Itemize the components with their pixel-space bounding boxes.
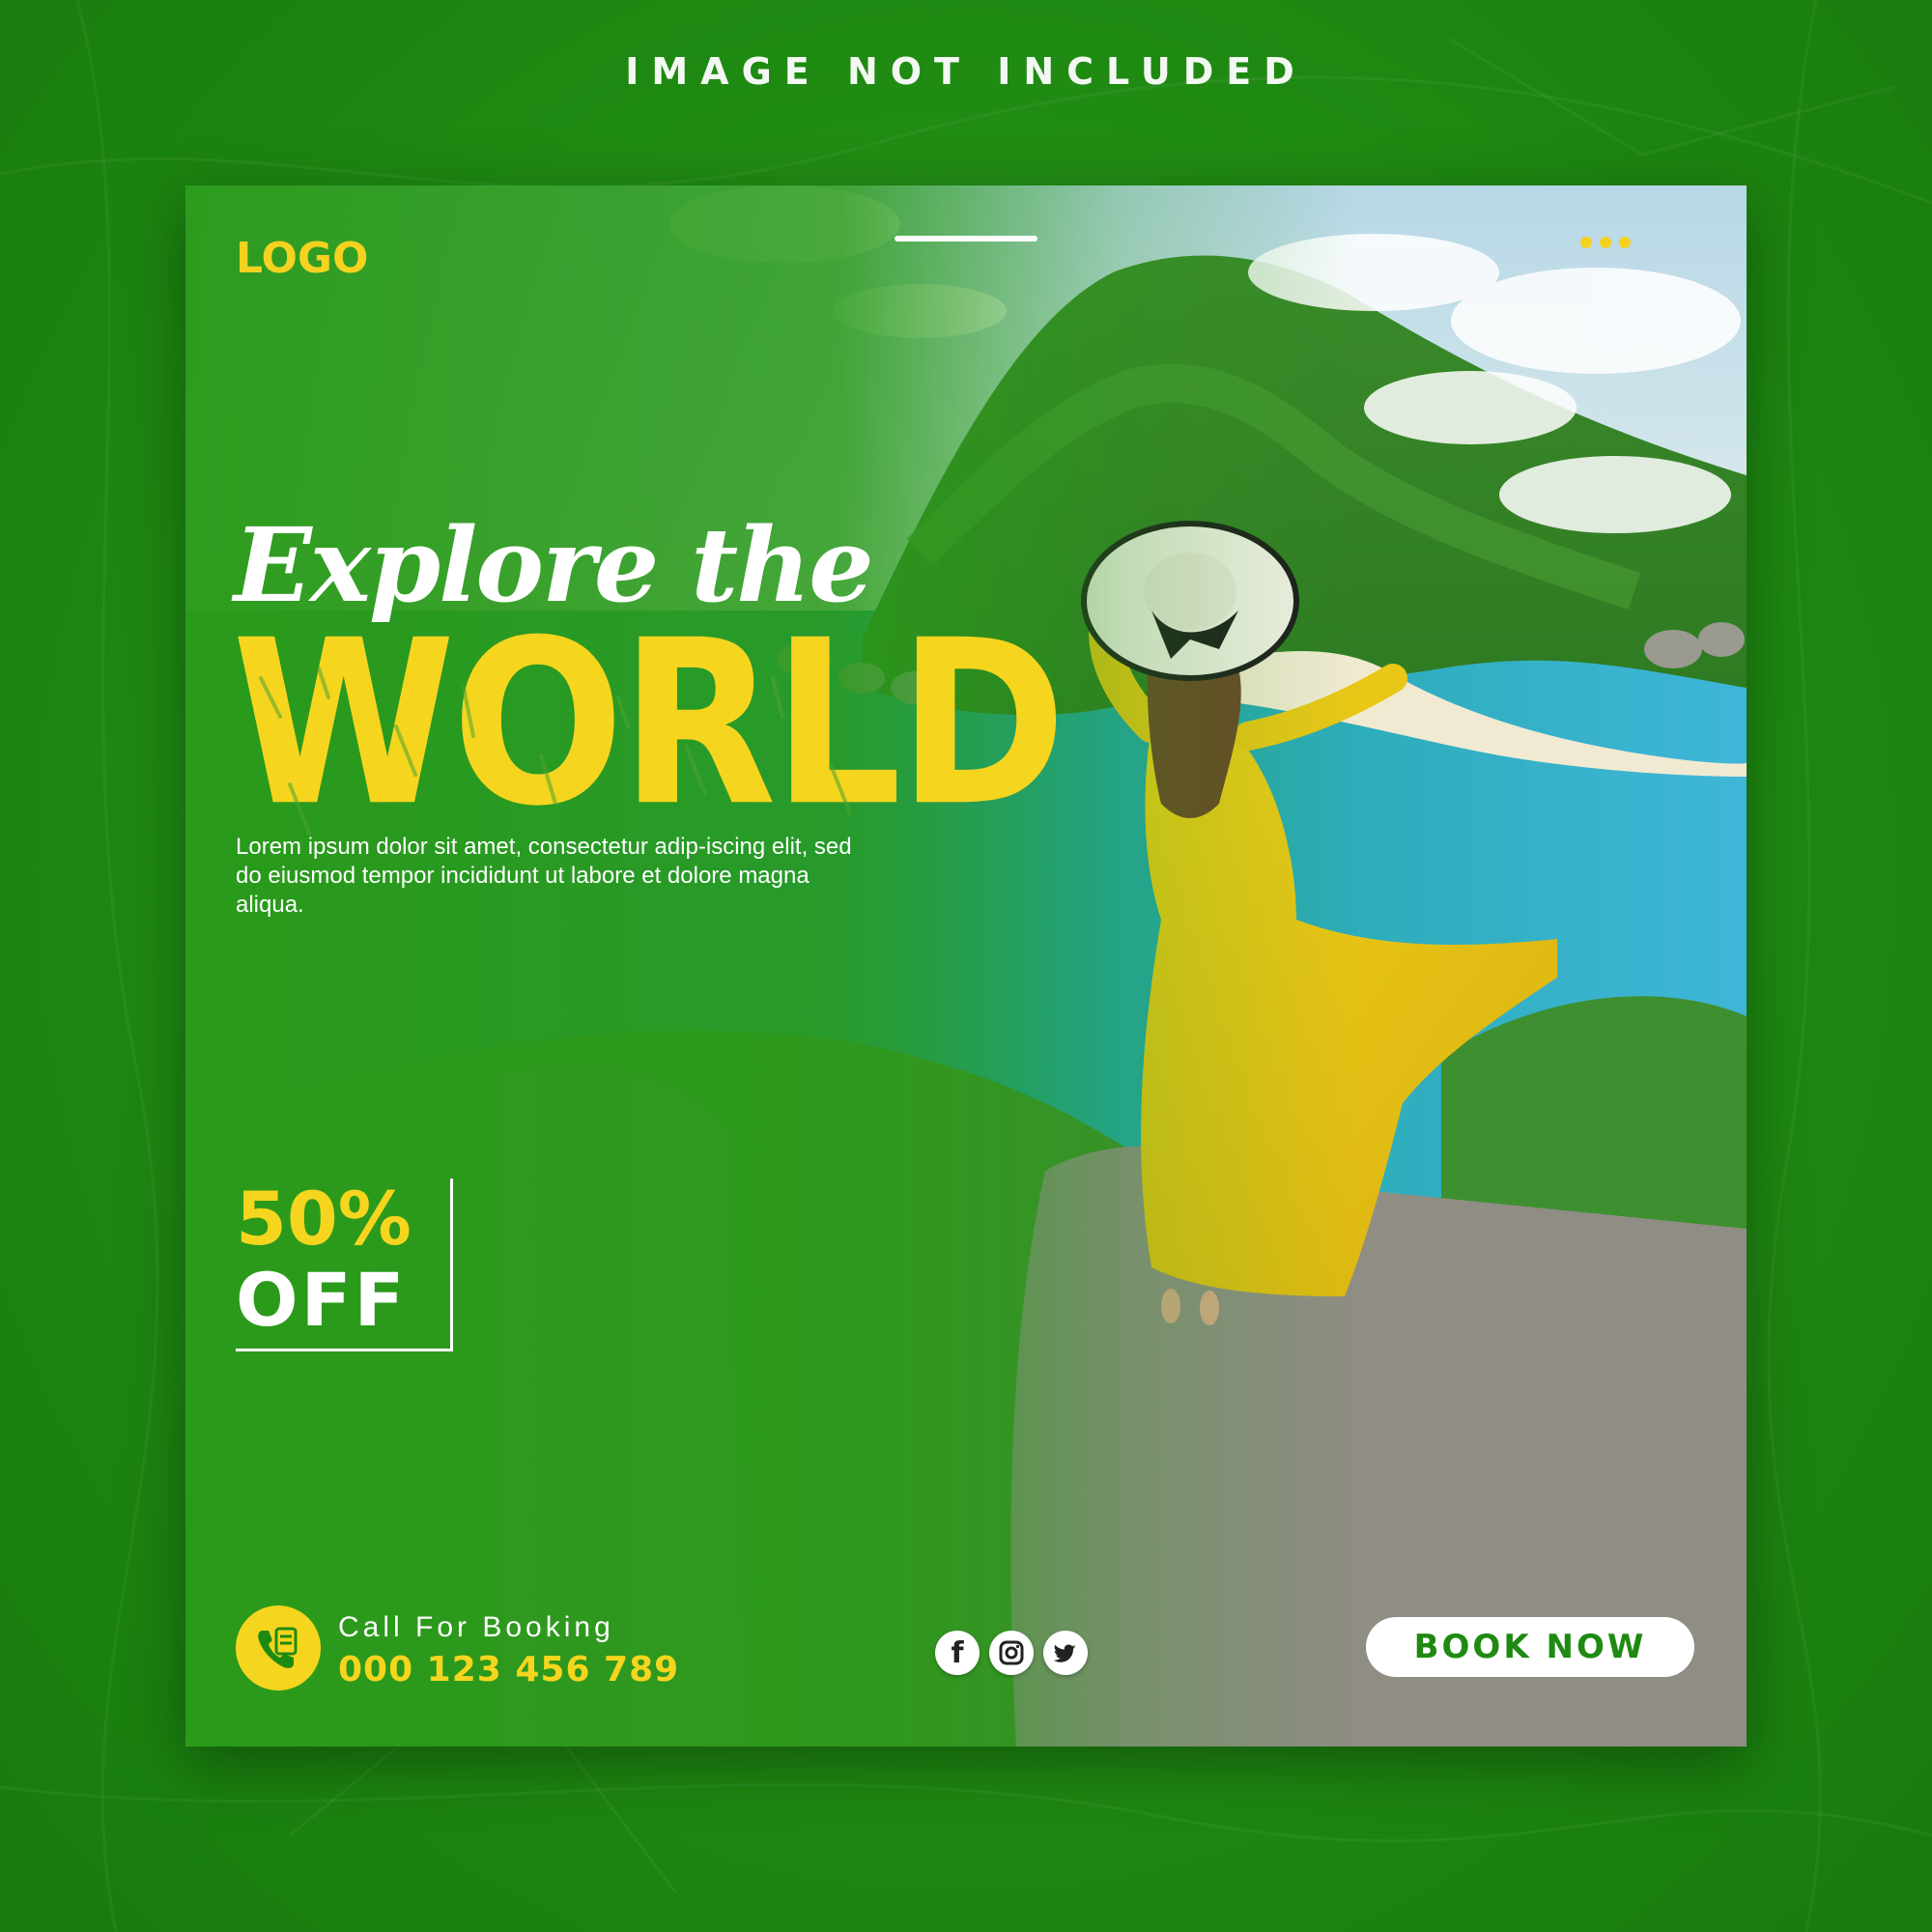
twitter-icon[interactable] [1043,1631,1088,1675]
booking-label: Call For Booking [338,1611,614,1643]
image-not-included-note: IMAGE NOT INCLUDED [625,50,1307,93]
social-links: f [935,1631,1088,1675]
travel-scene-illustration [185,185,1747,1747]
description-text: Lorem ipsum dolor sit amet, consectetur … [236,834,852,918]
phone-icon[interactable] [236,1605,321,1690]
book-now-button[interactable]: BOOK NOW [1366,1617,1694,1677]
facebook-glyph: f [951,1635,964,1670]
facebook-icon[interactable]: f [935,1631,980,1675]
dot [1580,237,1592,248]
dot [1619,237,1631,248]
discount-label: OFF [236,1257,408,1343]
headline-main: WORLD [232,590,1066,857]
booking-phone-number[interactable]: 000 123 456 789 [338,1650,679,1690]
more-options-icon[interactable] [1580,236,1638,249]
brand-logo: LOGO [236,234,369,283]
discount-box: 50% OFF [236,1179,453,1351]
instagram-icon[interactable] [989,1631,1034,1675]
discount-percent: 50% [236,1176,412,1262]
top-divider-line [895,236,1037,242]
promo-card: LOGO Explore the WORLD Lorem ipsum dolor… [185,185,1747,1747]
dot [1600,237,1611,248]
